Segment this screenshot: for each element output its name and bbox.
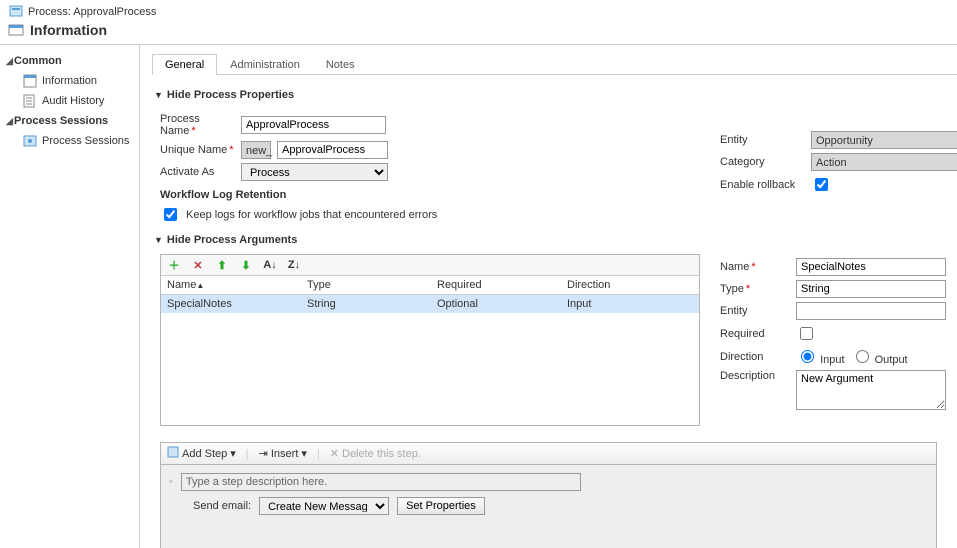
add-step-button[interactable]: Add Step ▾ [167,446,236,461]
send-email-select[interactable]: Create New Message [259,497,389,515]
breadcrumb-text: Process: ApprovalProcess [28,6,156,18]
col-required[interactable]: Required [431,276,561,294]
col-direction[interactable]: Direction [561,276,699,294]
add-arg-icon[interactable]: ＋ [167,258,181,272]
insert-icon: ⇥ [259,447,268,460]
arg-type-input[interactable] [796,280,946,298]
caret-down-icon: ▼ [154,90,163,100]
entity-value: Opportunity [811,131,957,149]
sidebar-item-information[interactable]: Information [4,71,135,91]
arg-label-direction: Direction [720,351,790,363]
sidebar-section-common[interactable]: ◢ Common [4,51,135,71]
unique-name-prefix: new_ [241,141,271,159]
info-page-icon [22,73,38,89]
steps-area: ◦ Send email: Create New Message Set Pro… [160,465,937,548]
sidebar: ◢ Common Information Audit History ◢ Pro… [0,45,140,548]
delete-icon: ✕ [330,447,339,460]
label-rollback: Enable rollback [720,179,805,191]
keep-logs-label: Keep logs for workflow jobs that encount… [186,209,437,221]
sort-desc-icon[interactable]: Z↓ [287,258,301,272]
tab-general[interactable]: General [152,54,217,75]
arg-direction-input[interactable]: Input [796,347,845,366]
label-entity: Entity [720,134,805,146]
chevron-down-icon: ▾ [230,447,236,460]
col-name[interactable]: Name▲ [161,276,301,294]
sidebar-item-audit-history[interactable]: Audit History [4,91,135,111]
audit-icon [22,93,38,109]
arg-entity-input[interactable] [796,302,946,320]
section-process-arguments[interactable]: ▼ Hide Process Arguments [154,234,957,246]
set-properties-button[interactable]: Set Properties [397,497,485,515]
caret-down-icon: ▼ [154,235,163,245]
arg-name-input[interactable] [796,258,946,276]
activate-as-select[interactable]: Process [241,163,388,181]
send-email-label: Send email: [193,500,251,512]
step-bullet-icon: ◦ [169,476,173,488]
category-value: Action [811,153,957,171]
label-unique-name: Unique Name* [160,144,235,156]
workflow-log-retention-header: Workflow Log Retention [160,189,680,201]
move-down-icon[interactable]: ⬇ [239,258,253,272]
delete-step-button: ✕ Delete this step. [330,447,421,460]
rollback-checkbox[interactable] [815,178,828,191]
collapse-icon[interactable]: ◢ [6,56,14,67]
unique-name-input[interactable] [277,141,388,159]
arg-label-type: Type* [720,283,790,295]
breadcrumb: Process: ApprovalProcess [8,4,949,20]
section-process-properties[interactable]: ▼ Hide Process Properties [154,89,957,101]
arg-label-required: Required [720,328,790,340]
information-icon [8,22,24,38]
arg-label-name: Name* [720,261,790,273]
label-category: Category [720,156,805,168]
page-title: Information [8,22,949,38]
sessions-icon [22,133,38,149]
label-process-name: Process Name* [160,113,235,137]
chevron-down-icon: ▾ [301,447,307,460]
arg-direction-output[interactable]: Output [851,347,908,366]
sidebar-section-process-sessions[interactable]: ◢ Process Sessions [4,111,135,131]
arg-description-input[interactable] [796,370,946,410]
insert-button[interactable]: ⇥Insert ▾ [259,447,307,460]
step-toolbar: Add Step ▾ | ⇥Insert ▾ | ✕ Delete this s… [160,442,937,465]
add-step-icon [167,446,179,461]
collapse-icon[interactable]: ◢ [6,116,14,127]
label-activate-as: Activate As [160,166,235,178]
table-row[interactable]: SpecialNotes String Optional Input [161,295,699,313]
sidebar-item-process-sessions[interactable]: Process Sessions [4,131,135,151]
process-icon [8,4,24,20]
delete-arg-icon[interactable]: ✕ [191,258,205,272]
arg-label-description: Description [720,370,790,382]
arguments-grid: ＋ ✕ ⬆ ⬇ A↓ Z↓ Name▲ Type Required Direct… [160,254,700,426]
keep-logs-checkbox[interactable] [164,208,177,221]
tab-notes[interactable]: Notes [313,54,368,75]
sort-asc-icon[interactable]: A↓ [263,258,277,272]
arg-label-entity: Entity [720,305,790,317]
process-name-input[interactable] [241,116,386,134]
tab-administration[interactable]: Administration [217,54,313,75]
col-type[interactable]: Type [301,276,431,294]
arg-required-checkbox[interactable] [800,327,813,340]
move-up-icon[interactable]: ⬆ [215,258,229,272]
step-description-input[interactable] [181,473,581,491]
